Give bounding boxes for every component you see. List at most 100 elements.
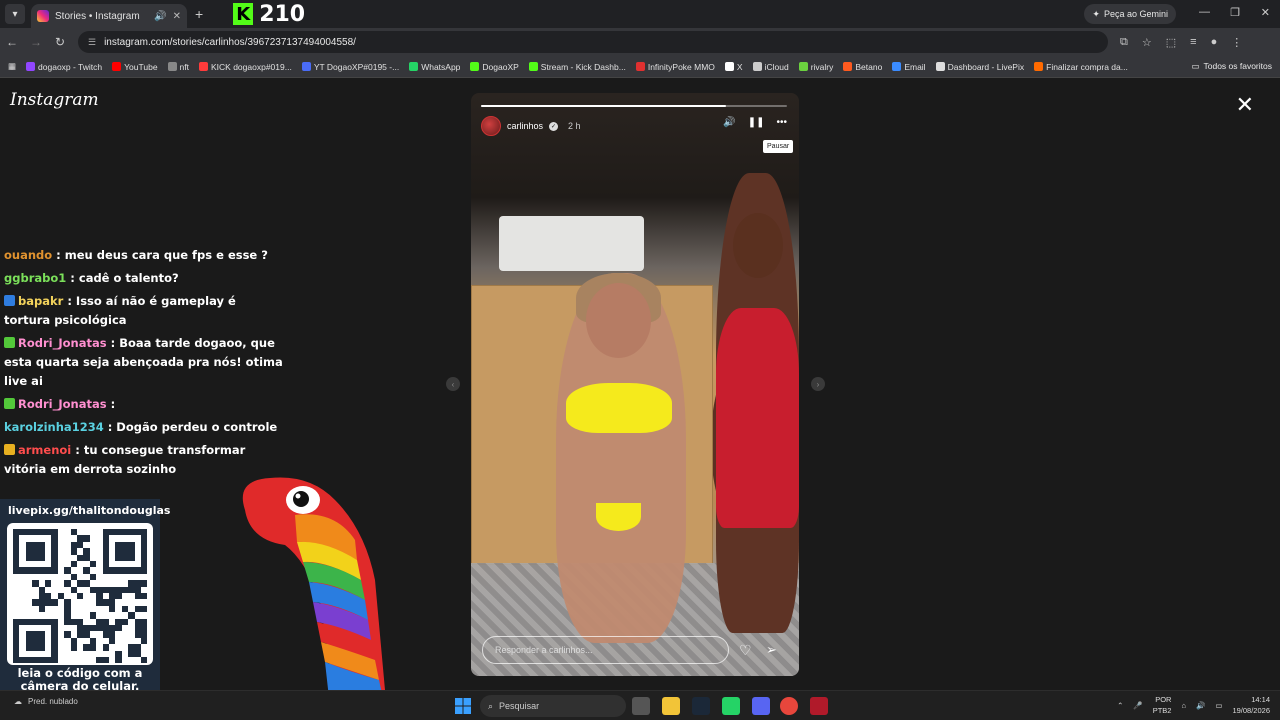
qr-module: [115, 657, 122, 664]
story-username[interactable]: carlinhos: [507, 121, 543, 131]
task-view-icon[interactable]: [632, 697, 650, 715]
bookmark-star-icon[interactable]: ☆: [1142, 36, 1152, 49]
minimize-icon[interactable]: —: [1199, 6, 1210, 18]
story-avatar[interactable]: [481, 116, 501, 136]
bookmark-favicon-icon: [528, 62, 538, 71]
bookmark-favicon-icon: [843, 62, 853, 71]
instagram-logo[interactable]: Instagram: [10, 90, 99, 110]
profile-avatar[interactable]: ●: [1211, 36, 1218, 49]
bookmark-item[interactable]: WhatsApp: [409, 62, 460, 72]
close-tab-icon[interactable]: ✕: [173, 11, 181, 22]
qr-finder: [25, 631, 45, 651]
bookmark-label: rivalry: [810, 61, 834, 72]
pause-tooltip: Pausar: [763, 140, 794, 153]
bookmark-item[interactable]: rivalry: [798, 61, 834, 72]
apps-grid-icon[interactable]: ▦: [8, 61, 16, 72]
bookmark-label: nft: [179, 61, 189, 72]
bookmark-label: InfinityPoke MMO: [647, 61, 715, 72]
weather-widget[interactable]: ☁ Pred. nublado: [14, 697, 78, 706]
bookmark-item[interactable]: KICK dogaoxp#019...: [199, 62, 292, 72]
bookmark-item[interactable]: YT DogaoXP#0195 -...: [301, 62, 399, 72]
bookmark-item[interactable]: X: [724, 62, 743, 72]
bookmark-item[interactable]: Finalizar compra da...: [1034, 62, 1128, 72]
story-viewer[interactable]: carlinhos ✓ 2 h 🔊 ❚❚ ••• Pausar Responde…: [471, 93, 799, 676]
previous-story-icon[interactable]: ‹: [446, 377, 460, 391]
steam-icon[interactable]: [692, 697, 710, 715]
close-story-icon[interactable]: ✕: [1236, 92, 1254, 118]
bookmark-item[interactable]: iCloud: [752, 61, 789, 72]
chat-text: : Dogão perdeu o controle: [103, 420, 278, 434]
story-bikini-top: [566, 383, 672, 433]
chat-text: : meu deus cara que fps e esse ?: [52, 248, 268, 262]
network-icon[interactable]: ⌂: [1181, 701, 1186, 710]
media-control-icon[interactable]: ≡: [1190, 36, 1196, 49]
chevron-up-icon[interactable]: ⌃: [1117, 701, 1123, 710]
speaker-icon[interactable]: 🔊: [154, 11, 166, 22]
windows-taskbar: ☁ Pred. nublado ⌕ Pesquisar ⌃ 🎤 POR PTB2 …: [0, 690, 1280, 720]
bookmark-label: Stream - Kick Dashb...: [540, 61, 626, 72]
qr-module: [141, 637, 148, 645]
new-tab-button[interactable]: +: [195, 6, 203, 22]
bookmark-favicon-icon: [301, 62, 311, 71]
bookmark-item[interactable]: YouTube: [112, 62, 158, 72]
qr-code: [7, 523, 153, 665]
more-options-icon[interactable]: •••: [776, 117, 787, 128]
pause-icon[interactable]: ❚❚: [748, 117, 765, 128]
more-menu-icon[interactable]: ⋮: [1231, 36, 1242, 49]
bookmark-item[interactable]: Stream - Kick Dashb...: [528, 61, 626, 72]
reply-placeholder: Responder a carlinhos...: [495, 645, 593, 655]
language-indicator[interactable]: POR PTB2: [1153, 694, 1172, 716]
back-arrow-icon[interactable]: ←: [0, 35, 24, 49]
tab-instagram-stories[interactable]: Stories • Instagram 🔊 ✕: [31, 4, 187, 28]
bookmark-favicon-icon: [635, 62, 645, 71]
bookmark-label: Betano: [855, 61, 883, 72]
taskbar-search[interactable]: ⌕ Pesquisar: [480, 695, 626, 717]
install-app-icon[interactable]: ⧉: [1120, 36, 1128, 49]
ask-gemini-button[interactable]: ✦ Peça ao Gemini: [1084, 4, 1176, 24]
bookmark-item[interactable]: Dashboard - LivePix: [935, 62, 1024, 72]
bookmark-favicon-icon: [752, 62, 762, 71]
maximize-icon[interactable]: ❐: [1230, 6, 1240, 19]
reply-input[interactable]: Responder a carlinhos...: [482, 636, 729, 664]
whatsapp-icon[interactable]: [722, 697, 740, 715]
windows-start-icon[interactable]: [455, 698, 471, 714]
microphone-icon[interactable]: 🎤: [1133, 701, 1142, 710]
instagram-story-page: Instagram ✕ ‹ › carlinhos ✓ 2 h 🔊 ❚❚ •••…: [0, 78, 1280, 700]
bookmark-item[interactable]: nft: [167, 61, 189, 72]
battery-icon[interactable]: ▭: [1215, 701, 1222, 710]
chat-message: Rodri_Jonatas :: [4, 395, 284, 414]
bookmark-item[interactable]: dogaoxp - Twitch: [26, 62, 102, 72]
bookmark-favicon-icon: [409, 62, 419, 71]
bookmark-item[interactable]: Email: [892, 62, 926, 72]
qr-module: [45, 580, 52, 587]
reload-icon[interactable]: ↻: [48, 35, 72, 49]
bookmark-item[interactable]: InfinityPoke MMO: [635, 61, 715, 72]
clock[interactable]: 14:14 19/08/2026: [1232, 694, 1270, 716]
browser-tabstrip: ▾ Stories • Instagram 🔊 ✕ + K 210 ✦ Peça…: [0, 0, 1280, 28]
like-heart-icon[interactable]: ♡: [739, 642, 752, 659]
volume-icon[interactable]: 🔊: [1196, 701, 1205, 710]
send-icon[interactable]: ➢: [766, 642, 777, 658]
story-timestamp: 2 h: [568, 121, 581, 131]
site-info-icon[interactable]: ☰: [88, 37, 96, 48]
forward-arrow-icon[interactable]: →: [24, 35, 48, 49]
all-bookmarks-button[interactable]: ▭ Todos os favoritos: [1191, 61, 1272, 72]
qr-module: [89, 561, 97, 568]
address-bar[interactable]: ☰ instagram.com/stories/carlinhos/396723…: [78, 31, 1108, 53]
bookmark-favicon-icon: [935, 62, 945, 71]
bookmark-label: iCloud: [764, 61, 789, 72]
extensions-icon[interactable]: ⬚: [1166, 36, 1176, 49]
tab-search-button[interactable]: ▾: [5, 4, 25, 24]
close-window-icon[interactable]: ✕: [1261, 6, 1270, 19]
mute-speaker-icon[interactable]: 🔊: [723, 117, 735, 128]
bookmark-item[interactable]: Betano: [843, 62, 882, 72]
chat-message: Rodri_Jonatas : Boaa tarde dogaoo, que e…: [4, 334, 284, 391]
app-icon[interactable]: [810, 697, 828, 715]
qr-module: [141, 580, 148, 587]
bookmark-item[interactable]: DogaoXP: [470, 62, 519, 72]
file-explorer-icon[interactable]: [662, 697, 680, 715]
discord-icon[interactable]: [752, 697, 770, 715]
chrome-icon[interactable]: [780, 697, 798, 715]
bookmarks-bar: ▦ dogaoxp - Twitch YouTube nft KICK dogaoxp…: [0, 56, 1280, 78]
next-story-icon[interactable]: ›: [811, 377, 825, 391]
